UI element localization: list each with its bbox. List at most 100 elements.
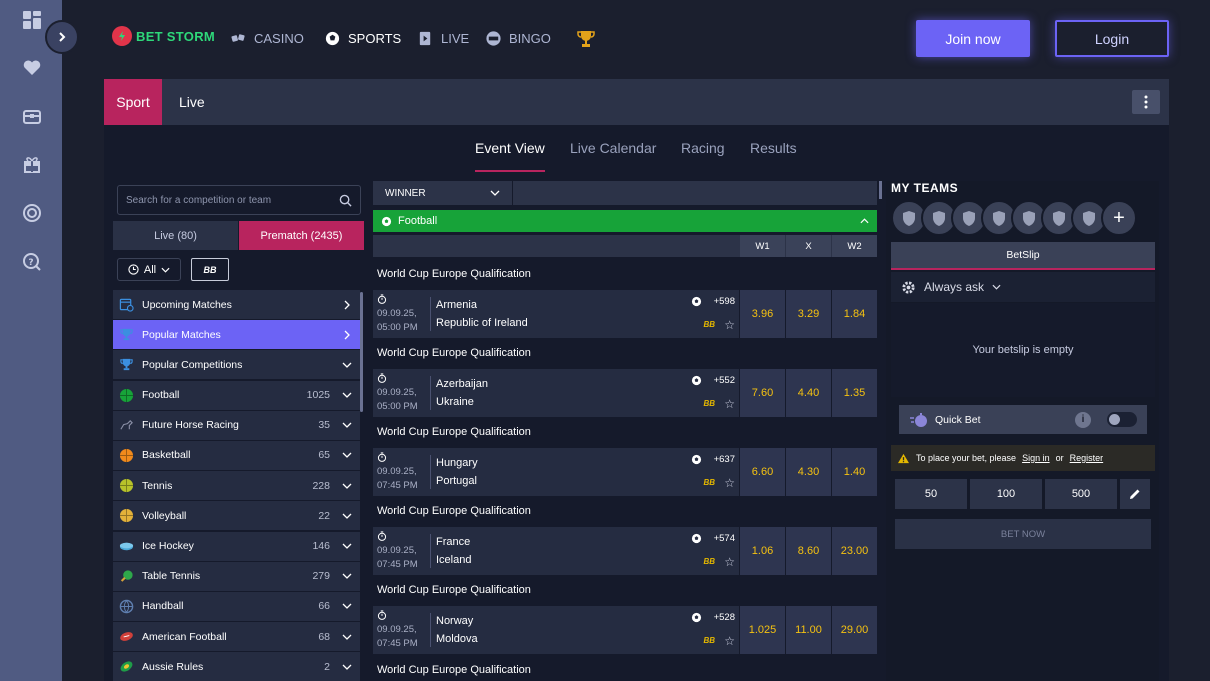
chevron-down-icon[interactable]: [342, 511, 352, 521]
sidebar-item-volleyball[interactable]: Volleyball 22: [113, 501, 360, 531]
odds-button-w1[interactable]: 3.96: [740, 290, 785, 338]
favorite-star-icon[interactable]: ☆: [724, 318, 735, 332]
sign-in-link[interactable]: Sign in: [1022, 453, 1050, 463]
gift-icon[interactable]: [21, 153, 43, 175]
support-chat-icon[interactable]: ?: [21, 251, 43, 273]
odds-button-w1[interactable]: 1.06: [740, 527, 785, 575]
edit-stakes-button[interactable]: [1120, 479, 1150, 509]
odds-button-w2[interactable]: 1.40: [832, 448, 877, 496]
info-icon[interactable]: i: [1075, 411, 1091, 428]
expand-rail-button[interactable]: [45, 20, 79, 54]
sidebar-item-aussie-rules[interactable]: Aussie Rules 2: [113, 652, 360, 681]
odds-button-w1[interactable]: 7.60: [740, 369, 785, 417]
live-filter-tab[interactable]: Live (80): [113, 221, 238, 250]
odds-button-w1[interactable]: 6.60: [740, 448, 785, 496]
market-dropdown[interactable]: WINNER: [373, 181, 512, 205]
sidebar-item-popular-competitions[interactable]: Popular Competitions: [113, 350, 360, 380]
odds-button-w1[interactable]: 1.025: [740, 606, 785, 654]
chevron-right-icon[interactable]: [342, 300, 352, 310]
chevron-down-icon[interactable]: [342, 632, 352, 642]
odds-button-w2[interactable]: 29.00: [832, 606, 877, 654]
casino-chest-icon[interactable]: [21, 105, 43, 127]
match-row[interactable]: 09.09.25, 07:45 PM Hungary Portugal +637 BB ☆: [373, 448, 739, 496]
nav-casino[interactable]: CASINO: [230, 30, 304, 47]
more-markets-link[interactable]: +528: [691, 612, 735, 623]
login-button[interactable]: Login: [1055, 20, 1169, 57]
register-link[interactable]: Register: [1070, 453, 1104, 463]
sidebar-item-basketball[interactable]: Basketball 65: [113, 440, 360, 470]
favorite-star-icon[interactable]: ☆: [724, 634, 735, 648]
more-markets-link[interactable]: +574: [691, 533, 735, 544]
sidebar-item-football[interactable]: Football 1025: [113, 380, 360, 410]
search-icon[interactable]: [339, 194, 352, 207]
chevron-right-icon[interactable]: [342, 330, 352, 340]
match-row[interactable]: 09.09.25, 05:00 PM Azerbaijan Ukraine +552 BB…: [373, 369, 739, 417]
target-icon[interactable]: [21, 202, 43, 224]
dashboard-icon[interactable]: [21, 9, 43, 31]
quick-bet-toggle[interactable]: [1107, 412, 1137, 427]
odds-button-w2[interactable]: 23.00: [832, 527, 877, 575]
favorite-star-icon[interactable]: ☆: [724, 397, 735, 411]
tab-live[interactable]: Live: [179, 79, 205, 125]
tab-racing[interactable]: Racing: [681, 140, 725, 156]
chevron-down-icon[interactable]: [342, 450, 352, 460]
stake-50-button[interactable]: 50: [895, 479, 967, 509]
nav-trophy[interactable]: [576, 29, 596, 49]
chevron-down-icon[interactable]: [342, 481, 352, 491]
events-scrollbar[interactable]: [879, 181, 882, 199]
sidebar-item-popular-matches[interactable]: Popular Matches: [113, 320, 360, 350]
bet-now-button[interactable]: BET NOW: [895, 519, 1151, 549]
stake-100-button[interactable]: 100: [970, 479, 1042, 509]
chevron-down-icon[interactable]: [342, 390, 352, 400]
join-now-button[interactable]: Join now: [916, 20, 1030, 57]
betslip-tab[interactable]: BetSlip: [891, 242, 1155, 270]
sidebar-item-tennis[interactable]: Tennis 228: [113, 471, 360, 501]
chevron-down-icon[interactable]: [342, 601, 352, 611]
more-markets-link[interactable]: +637: [691, 454, 735, 465]
odds-button-x[interactable]: 3.29: [786, 290, 831, 338]
prematch-filter-tab[interactable]: Prematch (2435): [239, 221, 364, 250]
odds-button-w2[interactable]: 1.35: [832, 369, 877, 417]
sidebar-item-american-football[interactable]: American Football 68: [113, 622, 360, 652]
sidebar-item-table-tennis[interactable]: Table Tennis 279: [113, 561, 360, 591]
nav-live[interactable]: LIVE: [417, 30, 469, 47]
nav-sports[interactable]: SPORTS: [324, 30, 401, 47]
odds-change-setting[interactable]: Always ask: [891, 272, 1155, 302]
chevron-down-icon[interactable]: [342, 360, 352, 370]
add-team-plus-icon[interactable]: +: [1101, 200, 1137, 236]
brand-logo[interactable]: BET STORM: [112, 26, 215, 46]
odds-button-x[interactable]: 4.30: [786, 448, 831, 496]
more-options-button[interactable]: [1132, 90, 1160, 114]
match-row[interactable]: 09.09.25, 07:45 PM Norway Moldova +528 BB ☆: [373, 606, 739, 654]
tab-results[interactable]: Results: [750, 140, 797, 156]
chevron-down-icon[interactable]: [342, 420, 352, 430]
sidebar-item-ice-hockey[interactable]: Ice Hockey 146: [113, 531, 360, 561]
nav-bingo[interactable]: BINGO: [485, 30, 551, 47]
search-input[interactable]: Search for a competition or team: [117, 185, 361, 215]
match-row[interactable]: 09.09.25, 07:45 PM France Iceland +574 BB ☆: [373, 527, 739, 575]
sidebar-item-upcoming-matches[interactable]: Upcoming Matches: [113, 290, 360, 319]
chevron-down-icon[interactable]: [342, 541, 352, 551]
favorite-star-icon[interactable]: ☆: [724, 476, 735, 490]
odds-button-x[interactable]: 8.60: [786, 527, 831, 575]
tab-event-view[interactable]: Event View: [475, 140, 545, 156]
odds-button-x[interactable]: 11.00: [786, 606, 831, 654]
chevron-up-icon[interactable]: [860, 218, 869, 224]
favorite-star-icon[interactable]: ☆: [724, 555, 735, 569]
more-markets-link[interactable]: +552: [691, 375, 735, 386]
bet-builder-filter[interactable]: BB: [191, 258, 229, 281]
tab-sport[interactable]: Sport: [104, 79, 162, 125]
sidebar-item-handball[interactable]: Handball 66: [113, 591, 360, 621]
sport-list-scrollbar[interactable]: [360, 292, 363, 412]
time-filter-dropdown[interactable]: All: [117, 258, 181, 281]
stake-500-button[interactable]: 500: [1045, 479, 1117, 509]
more-markets-link[interactable]: +598: [691, 296, 735, 307]
match-row[interactable]: 09.09.25, 05:00 PM Armenia Republic of Irel…: [373, 290, 739, 338]
sidebar-item-future-horse-racing[interactable]: Future Horse Racing 35: [113, 410, 360, 440]
chevron-down-icon[interactable]: [342, 662, 352, 672]
heart-icon[interactable]: [21, 57, 43, 79]
football-section-header[interactable]: Football: [373, 210, 877, 232]
chevron-down-icon[interactable]: [342, 571, 352, 581]
odds-button-x[interactable]: 4.40: [786, 369, 831, 417]
tab-live-calendar[interactable]: Live Calendar: [570, 140, 656, 156]
